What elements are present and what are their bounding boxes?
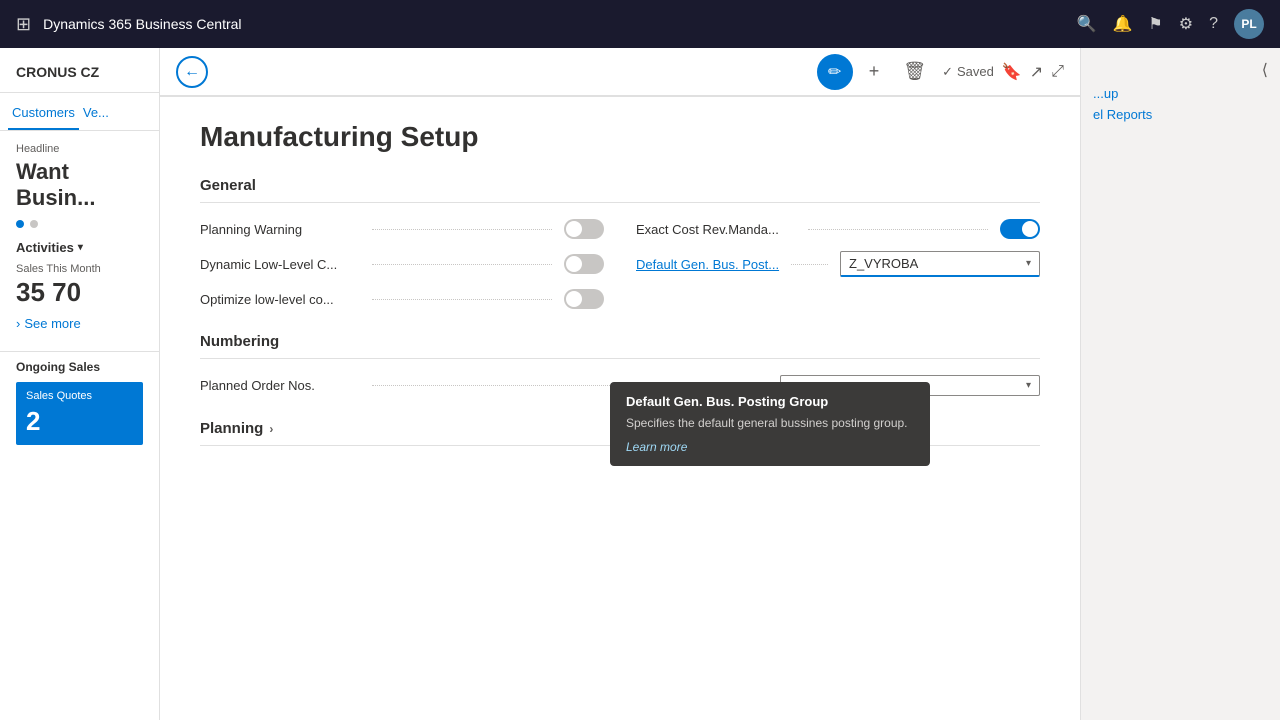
exact-cost-dots [808, 229, 988, 230]
numbering-section-title: Numbering [200, 333, 1040, 359]
see-more-link[interactable]: › See more [0, 316, 159, 331]
planning-label: Planning [200, 420, 263, 437]
expand-icon[interactable]: ⤢ [1051, 63, 1064, 81]
dot-1[interactable] [16, 220, 24, 228]
sales-quotes-label: Sales Quotes [26, 390, 133, 402]
planned-order-arrow-icon: ▾ [1026, 380, 1031, 391]
right-panel-expand: ⟨ [1093, 60, 1268, 80]
main-content: ← ✏ + 🗑 ✓ Saved 🔖 ↗ ⤢ Manufacturing Setu… [160, 48, 1080, 720]
optimize-low-level-label: Optimize low-level co... [200, 292, 360, 307]
planning-chevron-icon: › [269, 422, 273, 436]
topbar: ⊞ Dynamics 365 Business Central 🔍 🔔 ⚑ ⚙ … [0, 0, 1280, 48]
sidebar-item-customers[interactable]: Customers [8, 101, 79, 130]
planned-order-label: Planned Order Nos. [200, 378, 360, 393]
bell-icon[interactable]: 🔔 [1112, 14, 1132, 34]
sub-nav: ← ✏ + 🗑 ✓ Saved 🔖 ↗ ⤢ [160, 48, 1080, 96]
app-title: Dynamics 365 Business Central [43, 16, 1064, 32]
optimize-low-level-dots [372, 299, 552, 300]
optimize-low-level-field: Optimize low-level co... [200, 289, 604, 309]
sales-quotes-value: 2 [26, 406, 133, 437]
bookmark-icon[interactable]: 🔖 [1002, 62, 1022, 82]
sidebar-nav: Customers Ve... [0, 101, 159, 131]
exact-cost-field: Exact Cost Rev.Manda... [636, 219, 1040, 239]
back-button[interactable]: ← [176, 56, 208, 88]
add-button[interactable]: + [861, 57, 888, 86]
tooltip-description: Specifies the default general bussines p… [626, 415, 914, 432]
dynamic-low-level-dots [372, 264, 552, 265]
dynamic-low-level-label: Dynamic Low-Level C... [200, 257, 360, 272]
tooltip-title: Default Gen. Bus. Posting Group [626, 394, 914, 409]
planning-warning-toggle[interactable] [564, 219, 604, 239]
sales-month-value: 35 70 [0, 277, 159, 308]
exact-cost-label: Exact Cost Rev.Manda... [636, 222, 796, 237]
sales-month-label: Sales This Month [0, 263, 159, 275]
avatar[interactable]: PL [1234, 9, 1264, 39]
default-gen-bus-dropdown[interactable]: Z_VYROBA ▾ [840, 251, 1040, 277]
headline-text: Want Busin... [0, 159, 159, 212]
sidebar-item-vendors[interactable]: Ve... [79, 101, 113, 130]
right-panel-item-2[interactable]: el Reports [1093, 107, 1268, 122]
tooltip-learn-more-link[interactable]: Learn more [626, 440, 687, 454]
topbar-actions: 🔍 🔔 ⚑ ⚙ ? PL [1077, 9, 1264, 39]
exact-cost-toggle[interactable] [1000, 219, 1040, 239]
saved-status: ✓ Saved [942, 64, 994, 80]
open-external-icon[interactable]: ↗ [1030, 62, 1043, 82]
help-icon[interactable]: ? [1209, 15, 1218, 33]
general-section-title: General [200, 177, 1040, 203]
planning-warning-label: Planning Warning [200, 222, 360, 237]
right-panel-item-1[interactable]: ...up [1093, 86, 1268, 101]
chevron-right-icon: › [16, 316, 20, 331]
default-gen-bus-dots [791, 264, 828, 265]
activities-chevron-icon: ▾ [78, 242, 83, 253]
form-row-1: Planning Warning Exact Cost Rev.Manda... [200, 219, 1040, 239]
sidebar-divider [0, 351, 159, 352]
activities-section[interactable]: Activities ▾ [0, 240, 159, 255]
form-title: Manufacturing Setup [200, 121, 1040, 153]
dynamic-low-level-field: Dynamic Low-Level C... [200, 251, 604, 277]
default-gen-bus-label[interactable]: Default Gen. Bus. Post... [636, 257, 779, 272]
headline-label: Headline [0, 143, 159, 155]
settings-icon[interactable]: ⚙ [1179, 14, 1193, 34]
search-icon[interactable]: 🔍 [1077, 14, 1097, 34]
placeholder-field [636, 289, 1040, 309]
delete-button[interactable]: 🗑 [895, 57, 934, 86]
form-row-2: Dynamic Low-Level C... Default Gen. Bus.… [200, 251, 1040, 277]
flag-icon[interactable]: ⚑ [1148, 14, 1162, 34]
edit-button[interactable]: ✏ [817, 54, 853, 90]
collapse-icon[interactable]: ⟨ [1262, 60, 1268, 80]
form-body: Manufacturing Setup General Planning War… [160, 97, 1080, 720]
default-gen-bus-field: Default Gen. Bus. Post... Z_VYROBA ▾ [636, 251, 1040, 277]
ongoing-sales-label: Ongoing Sales [0, 360, 159, 374]
carousel-dots [0, 220, 159, 228]
dynamic-low-level-toggle[interactable] [564, 254, 604, 274]
dot-2[interactable] [30, 220, 38, 228]
planning-warning-field: Planning Warning [200, 219, 604, 239]
check-icon: ✓ [942, 64, 953, 80]
company-name: CRONUS CZ [0, 64, 159, 93]
main-layout: CRONUS CZ Customers Ve... Headline Want … [0, 48, 1280, 720]
apps-grid-icon[interactable]: ⊞ [16, 14, 31, 35]
dropdown-arrow-icon: ▾ [1026, 258, 1031, 269]
right-panel: ⟨ ...up el Reports [1080, 48, 1280, 720]
sales-quotes-card[interactable]: Sales Quotes 2 [16, 382, 143, 445]
optimize-low-level-toggle[interactable] [564, 289, 604, 309]
form-row-3: Optimize low-level co... [200, 289, 1040, 309]
planning-warning-dots [372, 229, 552, 230]
nav-icons: 🔖 ↗ ⤢ [1002, 62, 1064, 82]
sidebar: CRONUS CZ Customers Ve... Headline Want … [0, 48, 160, 720]
default-gen-bus-value: Z_VYROBA [849, 256, 918, 271]
tooltip-box: Default Gen. Bus. Posting Group Specifie… [610, 382, 930, 466]
